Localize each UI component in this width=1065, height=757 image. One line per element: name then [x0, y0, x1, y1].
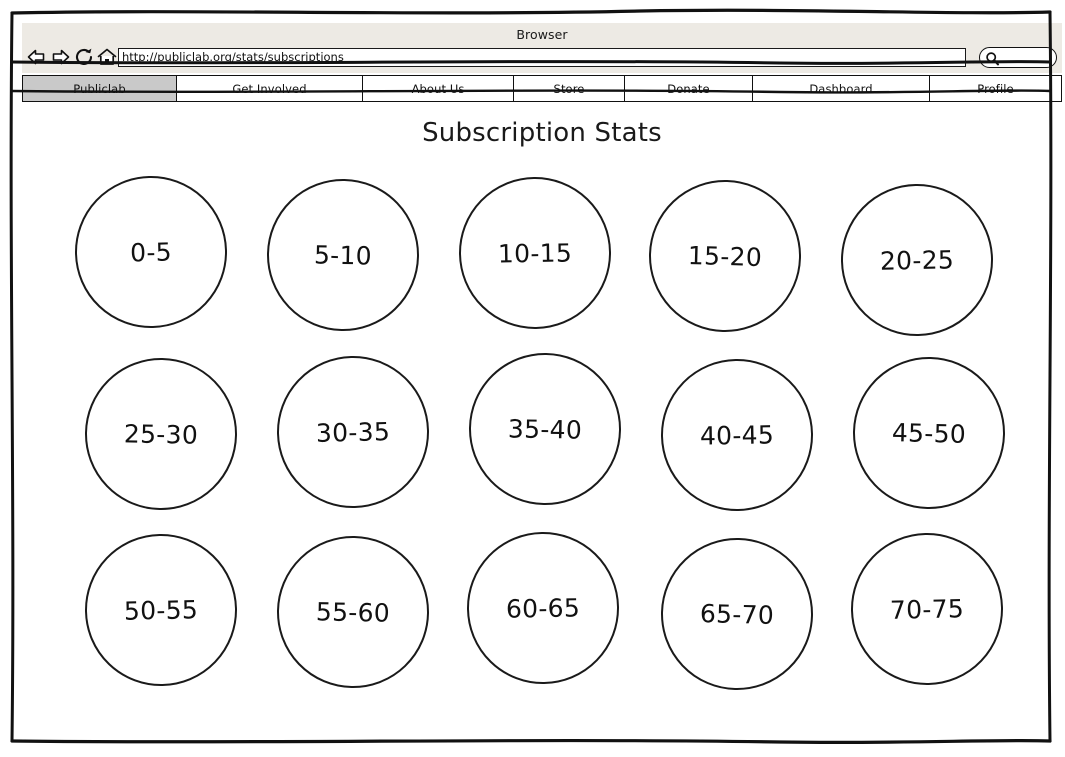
bucket-circle[interactable]: 20-25 — [839, 182, 995, 338]
bucket-circle[interactable]: 65-70 — [659, 536, 815, 692]
nav-tab-dashboard[interactable]: Dashboard — [753, 75, 930, 102]
nav-tab-profile[interactable]: Profile — [930, 75, 1062, 102]
bucket-label: 15-20 — [687, 240, 763, 272]
nav-tab-label: About Us — [411, 81, 465, 96]
bucket-label: 65-70 — [699, 598, 775, 630]
nav-tab-publiclab[interactable]: Publiclab — [22, 75, 177, 102]
search-icon — [985, 51, 1000, 66]
bucket-label: 20-25 — [879, 244, 955, 276]
forward-arrow-icon[interactable] — [49, 46, 71, 68]
bucket-circle[interactable]: 55-60 — [275, 534, 431, 690]
subscription-bucket-grid: 0-5 5-10 10-15 15-20 20-25 25-30 30-35 35-40 40-… — [23, 174, 1061, 736]
bucket-label: 35-40 — [507, 413, 583, 445]
bucket-label: 30-35 — [315, 416, 391, 448]
page-title: Subscription Stats — [422, 118, 662, 148]
bucket-label: 50-55 — [123, 594, 199, 626]
bucket-circle[interactable]: 45-50 — [851, 355, 1007, 511]
page-content: Subscription Stats 0-5 5-10 10-15 15-20 20-2… — [23, 102, 1061, 752]
bucket-circle[interactable]: 50-55 — [83, 532, 239, 688]
nav-tab-donate[interactable]: Donate — [625, 75, 753, 102]
bucket-circle[interactable]: 70-75 — [849, 531, 1005, 687]
bucket-circle[interactable]: 60-65 — [465, 530, 621, 686]
bucket-label: 10-15 — [497, 237, 573, 269]
nav-tab-label: Store — [553, 81, 585, 96]
bucket-label: 55-60 — [315, 596, 391, 628]
bucket-circle[interactable]: 25-30 — [83, 356, 239, 512]
bucket-label: 0-5 — [129, 236, 173, 268]
site-nav-tabs: Publiclab Get Involved About Us Store Donate… — [22, 75, 1062, 102]
bucket-label: 40-45 — [699, 419, 775, 451]
bucket-circle[interactable]: 15-20 — [646, 177, 804, 335]
nav-tab-label: Publiclab — [73, 81, 126, 96]
nav-tab-label: Get Involved — [232, 81, 307, 96]
search-input[interactable] — [979, 47, 1057, 68]
home-icon[interactable] — [96, 46, 118, 68]
bucket-label: 5-10 — [313, 239, 373, 271]
nav-tab-store[interactable]: Store — [514, 75, 625, 102]
nav-tab-get-involved[interactable]: Get Involved — [177, 75, 363, 102]
nav-tab-label: Dashboard — [809, 81, 873, 96]
bucket-label: 70-75 — [889, 593, 965, 625]
window-title: Browser — [516, 27, 568, 42]
bucket-circle[interactable]: 35-40 — [467, 351, 623, 507]
bucket-circle[interactable]: 10-15 — [457, 175, 613, 331]
bucket-circle[interactable]: 5-10 — [265, 177, 421, 333]
bucket-circle[interactable]: 40-45 — [659, 357, 815, 513]
nav-tab-label: Donate — [667, 81, 710, 96]
bucket-circle[interactable]: 0-5 — [73, 174, 229, 330]
bucket-label: 60-65 — [505, 592, 581, 624]
nav-tab-label: Profile — [977, 81, 1014, 96]
reload-icon[interactable] — [73, 46, 95, 68]
browser-toolbar: http://publiclab.org/stats/subscriptions — [22, 44, 1062, 72]
bucket-label: 25-30 — [123, 418, 199, 450]
back-arrow-icon[interactable] — [26, 46, 48, 68]
browser-window: Browser http://publiclab.org/stats/subsc… — [11, 11, 1062, 752]
bucket-circle[interactable]: 30-35 — [275, 354, 431, 510]
url-input[interactable]: http://publiclab.org/stats/subscriptions — [118, 48, 966, 67]
bucket-label: 45-50 — [891, 417, 967, 449]
nav-tab-about-us[interactable]: About Us — [363, 75, 514, 102]
